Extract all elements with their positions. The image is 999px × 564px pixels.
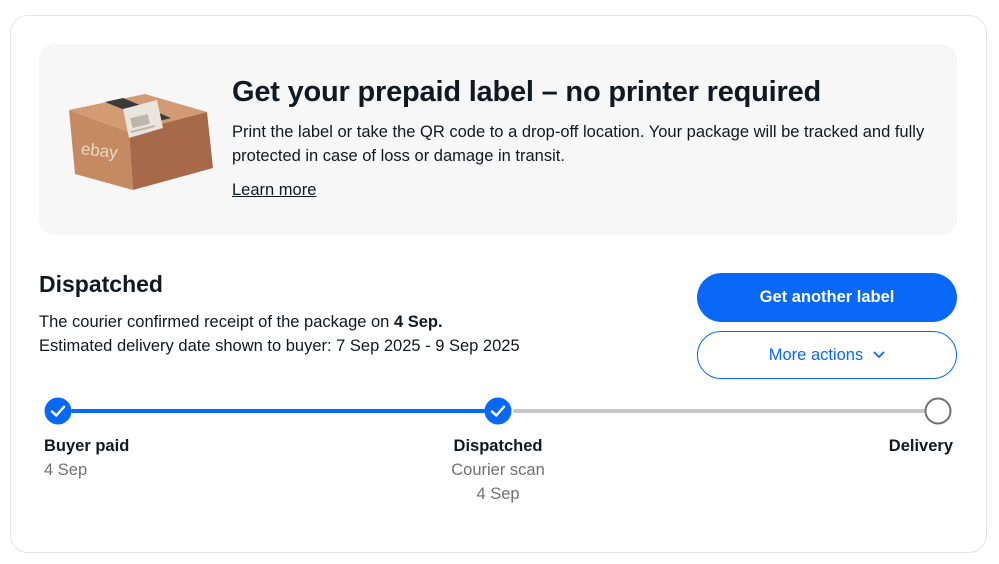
svg-text:ebay: ebay	[80, 139, 119, 162]
step-dispatched-date: 4 Sep	[476, 485, 520, 503]
courier-confirmation-prefix: The courier confirmed receipt of the pac…	[39, 313, 394, 331]
shipment-progress-tracker: Buyer paid 4 Sep Dispatched Courier scan…	[11, 396, 988, 546]
promo-title: Get your prepaid label – no printer requ…	[232, 76, 822, 108]
checkmark-circle-icon	[44, 397, 72, 425]
step-dispatched-event: Courier scan	[451, 461, 545, 479]
estimated-delivery-text: Estimated delivery date shown to buyer: …	[39, 337, 520, 355]
package-box-icon: ebay	[69, 94, 213, 190]
more-actions-label: More actions	[768, 345, 864, 364]
get-another-label-button[interactable]: Get another label	[697, 273, 957, 322]
label-card: ebay Get your prepaid label – no printer…	[10, 15, 987, 553]
progress-line-pending	[513, 409, 926, 413]
progress-line-complete	[71, 409, 486, 413]
prepaid-label-banner: ebay Get your prepaid label – no printer…	[39, 44, 957, 235]
step-buyer-paid-label: Buyer paid	[44, 437, 130, 455]
status-title: Dispatched	[39, 271, 163, 297]
promo-description: Print the label or take the QR code to a…	[232, 123, 925, 165]
empty-circle-icon	[924, 397, 952, 425]
more-actions-button[interactable]: More actions	[697, 331, 957, 379]
get-another-label-label: Get another label	[759, 288, 895, 306]
courier-confirmation-date: 4 Sep.	[393, 313, 443, 331]
learn-more-link[interactable]: Learn more	[232, 181, 316, 200]
step-buyer-paid-date: 4 Sep	[44, 461, 88, 479]
step-delivery-label: Delivery	[888, 437, 953, 455]
step-dispatched-label: Dispatched	[453, 437, 543, 455]
courier-confirmation-text: The courier confirmed receipt of the pac…	[39, 313, 443, 332]
chevron-down-icon	[873, 351, 885, 358]
checkmark-circle-icon	[484, 397, 512, 425]
